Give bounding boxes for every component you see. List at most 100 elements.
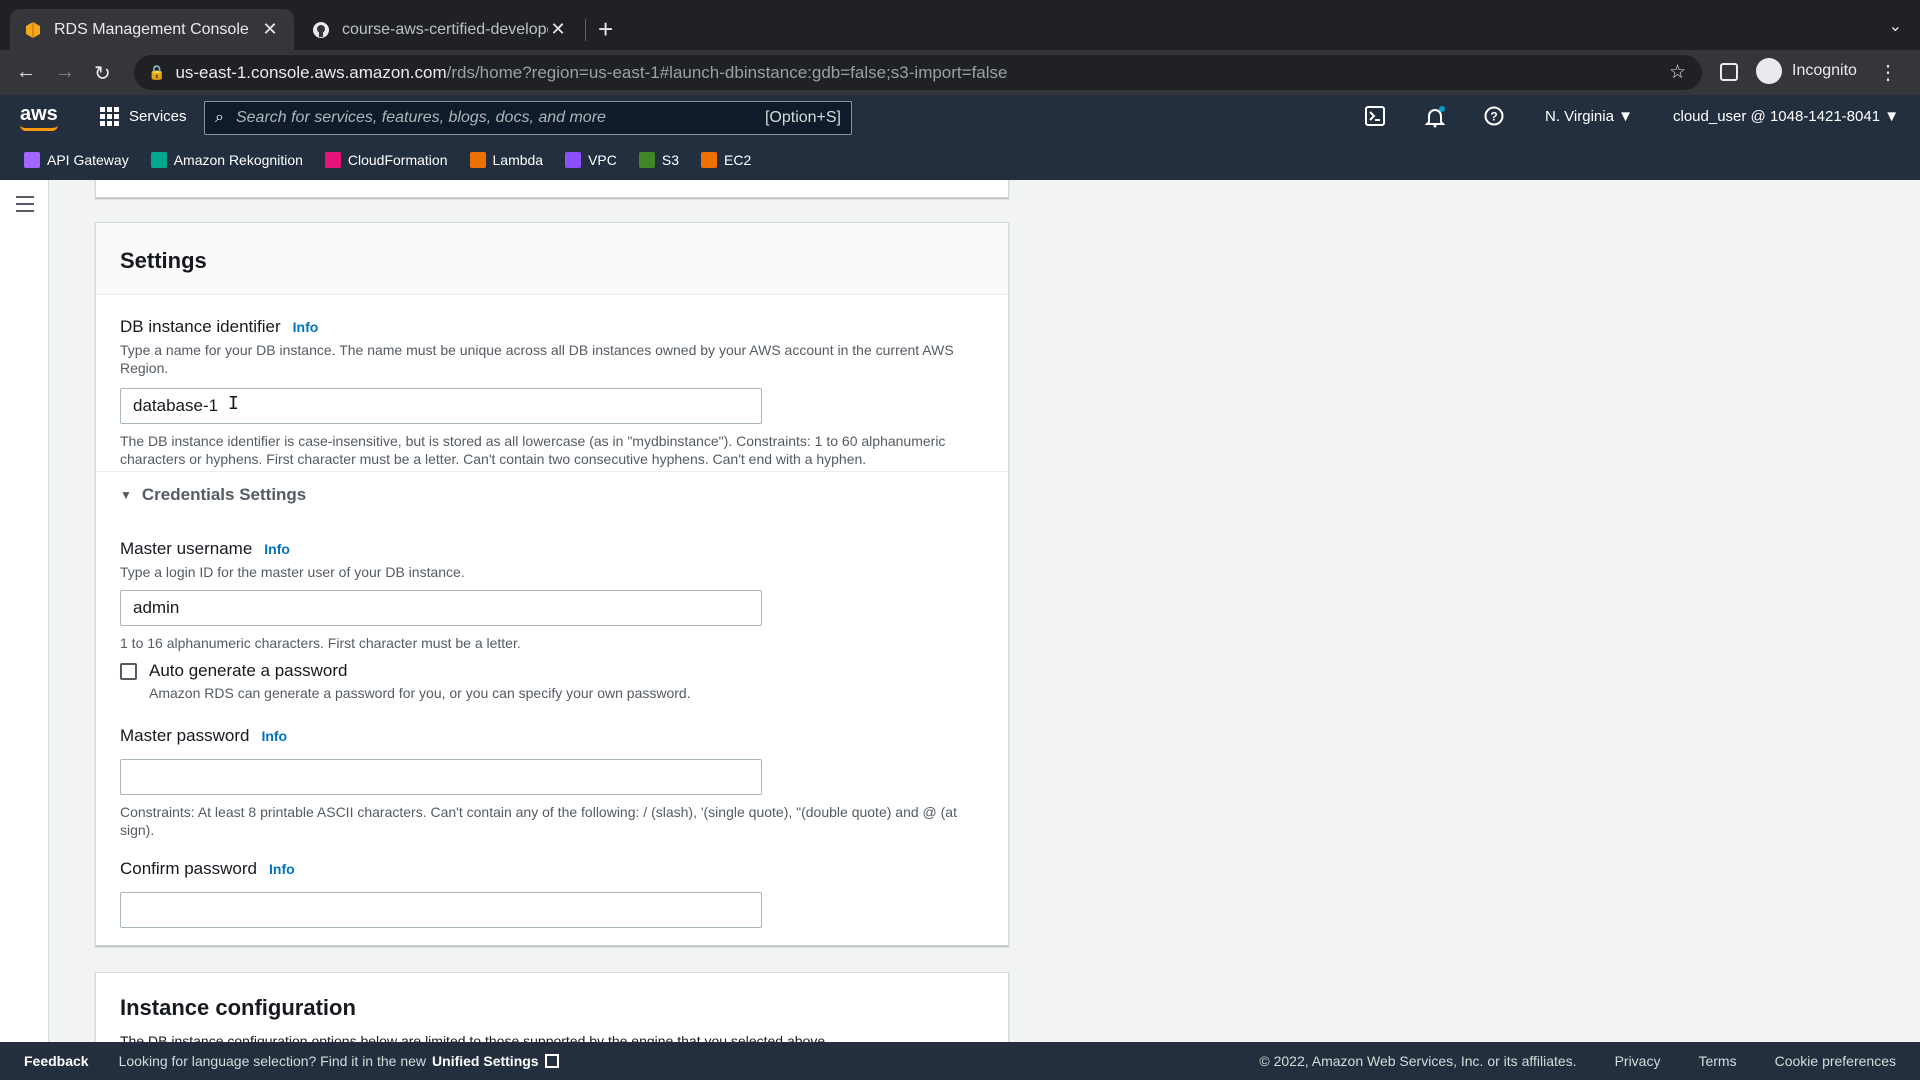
- caret-down-icon: ▼: [120, 488, 132, 502]
- confirm-password-info-link[interactable]: Info: [269, 861, 295, 877]
- master-password-label: Master password: [120, 726, 250, 745]
- settings-section: Settings DB instance identifier Info Type…: [95, 222, 1009, 946]
- aws-logo[interactable]: aws: [20, 103, 58, 131]
- notifications-bell-icon[interactable]: [1424, 106, 1446, 133]
- search-input[interactable]: [235, 109, 765, 127]
- tab-separator: [585, 19, 586, 41]
- tab-github-course[interactable]: course-aws-certified-developer ✕: [298, 9, 582, 50]
- unified-search[interactable]: ⌕ [Option+S]: [204, 101, 852, 135]
- text-cursor-icon: I: [228, 393, 239, 414]
- browser-menu-icon[interactable]: ⋮: [1878, 60, 1898, 85]
- favorite-label: S3: [661, 151, 680, 168]
- side-panel-icon[interactable]: [1720, 63, 1738, 81]
- github-icon: [312, 21, 330, 39]
- new-tab-plus-icon[interactable]: +: [598, 14, 613, 45]
- s3-icon: [638, 151, 655, 168]
- master-username-description: Type a login ID for the master user of y…: [120, 564, 465, 580]
- privacy-link[interactable]: Privacy: [1615, 1053, 1661, 1069]
- close-tab-icon[interactable]: ✕: [548, 19, 568, 40]
- favorite-label: CloudFormation: [347, 151, 448, 168]
- close-tab-icon[interactable]: ✕: [260, 19, 280, 40]
- favorite-api-gateway[interactable]: API Gateway: [24, 151, 129, 168]
- address-bar[interactable]: 🔒 us-east-1.console.aws.amazon.com/rds/h…: [134, 55, 1702, 90]
- confirm-password-input[interactable]: [120, 892, 762, 928]
- cloudformation-icon: [324, 151, 341, 168]
- ec2-icon: [701, 151, 718, 168]
- master-password-constraint: Constraints: At least 8 printable ASCII …: [120, 804, 957, 838]
- rekognition-icon: [150, 151, 167, 168]
- tab-title: RDS Management Console: [54, 20, 249, 38]
- master-password-field: Master password Info Constraints: At leas…: [120, 726, 986, 839]
- aws-smile-icon: [20, 125, 58, 131]
- lambda-icon: [469, 151, 486, 168]
- favorite-label: Lambda: [492, 151, 544, 168]
- master-password-input[interactable]: [120, 759, 762, 795]
- section-divider: [96, 471, 1008, 472]
- language-hint: Looking for language selection? Find it …: [118, 1053, 427, 1069]
- side-navigation-rail: [0, 180, 49, 1042]
- previous-section-card: [95, 180, 1009, 198]
- feedback-link[interactable]: Feedback: [24, 1053, 89, 1069]
- auto-generate-password-description: Amazon RDS can generate a password for y…: [149, 685, 691, 701]
- reload-icon[interactable]: ↻: [94, 61, 111, 86]
- favorite-s3[interactable]: S3: [638, 151, 680, 168]
- db-identifier-label: DB instance identifier: [120, 317, 281, 336]
- caret-down-icon: ▼: [1884, 108, 1900, 125]
- master-username-input[interactable]: [120, 590, 762, 626]
- credentials-settings-toggle[interactable]: ▼ Credentials Settings: [120, 485, 306, 505]
- unified-settings-link[interactable]: Unified Settings: [432, 1053, 559, 1069]
- favorite-ec2[interactable]: EC2: [701, 151, 752, 168]
- favorite-vpc[interactable]: VPC: [565, 151, 617, 168]
- auto-generate-password-label: Auto generate a password: [149, 661, 348, 680]
- browser-toolbar: ← → ↻ 🔒 us-east-1.console.aws.amazon.com…: [0, 50, 1920, 95]
- db-identifier-field: DB instance identifier Info Type a name f…: [120, 317, 986, 468]
- db-identifier-input[interactable]: [120, 388, 762, 424]
- lock-icon[interactable]: 🔒: [148, 64, 165, 81]
- terms-link[interactable]: Terms: [1698, 1053, 1736, 1069]
- search-shortcut: [Option+S]: [764, 109, 841, 126]
- caret-down-icon: ▼: [1618, 108, 1633, 125]
- auto-generate-password-option: Auto generate a password Amazon RDS can …: [120, 661, 691, 701]
- region-selector[interactable]: N. Virginia ▼: [1545, 108, 1633, 125]
- settings-title: Settings: [120, 248, 207, 273]
- favorite-label: API Gateway: [47, 151, 129, 168]
- back-arrow-icon[interactable]: ←: [16, 61, 36, 84]
- help-icon[interactable]: ?: [1484, 106, 1504, 131]
- settings-header: Settings: [96, 223, 1008, 295]
- master-username-info-link[interactable]: Info: [264, 541, 290, 557]
- master-username-field: Master username Info Type a login ID for …: [120, 539, 986, 652]
- bookmark-star-icon[interactable]: ☆: [1669, 61, 1686, 84]
- instance-configuration-description: The DB instance configuration options be…: [120, 1033, 830, 1042]
- external-link-icon: [544, 1054, 559, 1068]
- favorites-bar: API Gateway Amazon Rekognition CloudForm…: [0, 139, 1920, 180]
- favorite-lambda[interactable]: Lambda: [469, 151, 544, 168]
- confirm-password-label: Confirm password: [120, 859, 257, 878]
- auto-generate-password-checkbox[interactable]: [120, 663, 137, 680]
- hamburger-menu-icon[interactable]: [16, 196, 34, 217]
- tab-title: course-aws-certified-developer: [342, 20, 548, 38]
- db-identifier-constraint: The DB instance identifier is case-insen…: [120, 433, 946, 467]
- aws-logo-text: aws: [20, 103, 58, 125]
- cloudshell-icon[interactable]: [1365, 106, 1385, 131]
- tab-search-chevron-icon[interactable]: ⌄: [1889, 16, 1902, 36]
- services-menu-button[interactable]: Services: [100, 107, 187, 126]
- incognito-icon: [1756, 58, 1782, 84]
- incognito-profile[interactable]: Incognito: [1756, 58, 1857, 84]
- cookie-preferences-link[interactable]: Cookie preferences: [1775, 1053, 1896, 1069]
- account-menu[interactable]: cloud_user @ 1048-1421-8041 ▼: [1673, 108, 1899, 125]
- favorite-label: VPC: [588, 151, 617, 168]
- instance-configuration-section: Instance configuration The DB instance c…: [95, 972, 1009, 1042]
- master-password-info-link[interactable]: Info: [261, 728, 287, 744]
- aws-top-navigation: aws Services ⌕ [Option+S] ? N. Virginia …: [0, 95, 1920, 139]
- api-gateway-icon: [24, 151, 40, 168]
- search-icon: ⌕: [215, 109, 224, 126]
- favorite-cloudformation[interactable]: CloudFormation: [324, 151, 448, 168]
- forward-arrow-icon[interactable]: →: [55, 61, 75, 84]
- incognito-label: Incognito: [1792, 62, 1857, 79]
- favorite-rekognition[interactable]: Amazon Rekognition: [150, 151, 303, 168]
- db-identifier-info-link[interactable]: Info: [293, 319, 319, 335]
- tab-rds-console[interactable]: RDS Management Console ✕: [10, 9, 294, 50]
- vpc-icon: [565, 151, 582, 168]
- favorite-label: EC2: [724, 151, 752, 168]
- grid-icon: [100, 107, 119, 126]
